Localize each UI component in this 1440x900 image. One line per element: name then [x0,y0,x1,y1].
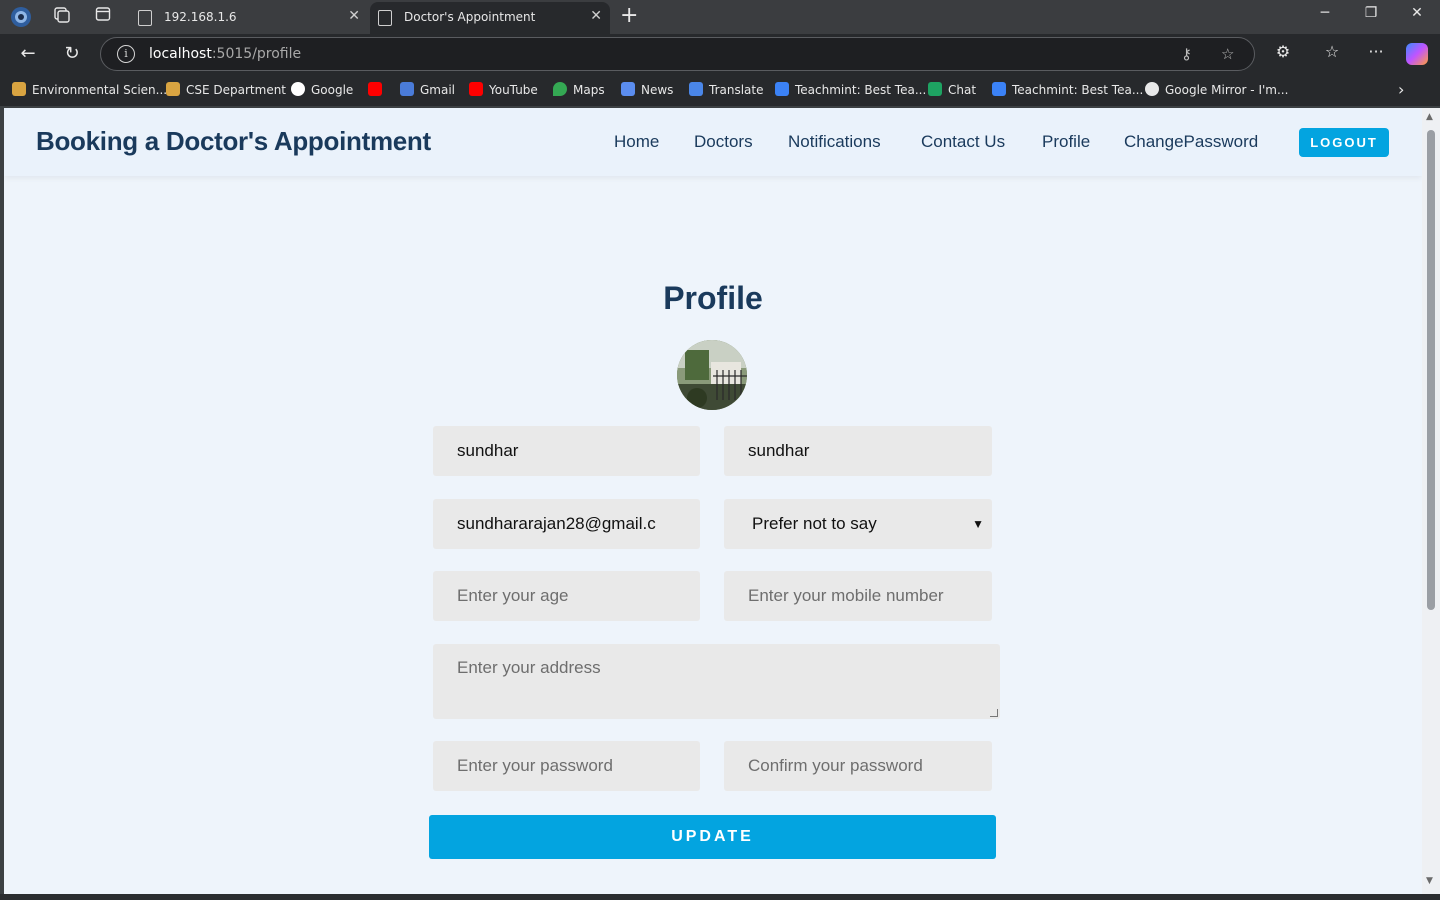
news-icon [621,82,635,96]
tab-doctors-appointment[interactable]: Doctor's Appointment ✕ [370,2,610,34]
page-title: Profile [663,280,763,316]
key-icon[interactable]: ⚷ [1181,45,1192,63]
email-field[interactable]: sundhararajan28@gmail.c [433,499,700,549]
profile-avatar-icon[interactable] [10,6,32,28]
close-tab-icon[interactable]: ✕ [348,8,360,24]
extensions-icon[interactable]: ⚙ [1271,42,1295,61]
bookmark-item[interactable]: Teachmint: Best Tea... [992,82,1143,97]
gmail-icon [400,82,414,96]
update-button[interactable]: UPDATE [429,815,996,859]
gender-selected-value: Prefer not to say [752,514,877,533]
bookmark-item[interactable]: YouTube [469,82,538,97]
tab-title: 192.168.1.6 [164,10,237,24]
logout-button[interactable]: LOGOUT [1299,128,1389,157]
browser-tab-bar: 192.168.1.6 ✕ Doctor's Appointment ✕ + ─… [0,0,1440,34]
gender-select[interactable]: Prefer not to say ▼ [724,499,992,549]
site-brand[interactable]: Booking a Doctor's Appointment [36,126,431,157]
bookmark-item[interactable]: Chat [928,82,976,97]
back-icon[interactable]: ← [16,42,40,66]
reload-icon[interactable]: ↻ [60,42,84,66]
address-bar[interactable]: i localhost:5015/profile ⚷ ☆ [100,37,1255,71]
tab-ip-address[interactable]: 192.168.1.6 ✕ [130,2,368,34]
scroll-down-icon[interactable]: ▼ [1426,876,1433,886]
favorite-star-icon[interactable]: ☆ [1221,45,1234,63]
teachmint-icon [992,82,1006,96]
bookmarks-bar: Environmental Scien... CSE Department Go… [0,74,1440,106]
close-window-icon[interactable]: ✕ [1402,5,1432,21]
bookmark-icon [12,82,26,96]
google-icon [291,82,305,96]
chevron-right-icon[interactable]: › [1398,80,1404,99]
minimize-icon[interactable]: ─ [1310,5,1340,21]
teachmint-icon [775,82,789,96]
workspaces-icon[interactable] [50,6,72,28]
bookmark-item[interactable]: News [621,82,673,97]
browser-toolbar: ← ↻ i localhost:5015/profile ⚷ ☆ ⚙ ☆ ··· [0,34,1440,74]
chevron-down-icon: ▼ [972,517,984,531]
bookmark-item[interactable] [368,82,388,97]
copilot-icon[interactable] [1406,43,1428,65]
close-tab-icon[interactable]: ✕ [590,8,602,24]
bookmark-item[interactable]: CSE Department [166,82,286,97]
tab-actions-icon[interactable] [92,6,114,28]
site-info-icon[interactable]: i [117,45,135,63]
address-placeholder: Enter your address [457,658,601,677]
restore-icon[interactable]: ❐ [1356,5,1386,21]
page-scrollbar[interactable]: ▲ ▼ [1422,108,1440,894]
bookmark-icon [166,82,180,96]
avatar[interactable] [677,340,747,410]
bookmark-item[interactable]: Environmental Scien... [12,82,167,97]
password-field[interactable]: Enter your password [433,741,700,791]
window-bottom-edge [0,894,1440,900]
first-name-field[interactable]: sundhar [433,426,700,476]
site-header: Booking a Doctor's Appointment Home Doct… [4,108,1422,176]
mobile-field[interactable]: Enter your mobile number [724,571,992,621]
age-field[interactable]: Enter your age [433,571,700,621]
last-name-field[interactable]: sundhar [724,426,992,476]
nav-home[interactable]: Home [614,132,659,152]
tab-title: Doctor's Appointment [404,10,536,24]
bookmark-item[interactable]: Maps [553,82,605,97]
resize-handle-icon[interactable] [990,709,998,717]
scroll-up-icon[interactable]: ▲ [1426,112,1433,122]
url-text: localhost:5015/profile [149,46,302,62]
bookmark-item[interactable]: Google Mirror - I'm... [1145,82,1288,97]
youtube-icon [368,82,382,96]
maps-icon [553,82,567,96]
favorites-icon[interactable]: ☆ [1320,42,1344,61]
bookmark-item[interactable]: Google [291,82,353,97]
more-menu-icon[interactable]: ··· [1364,42,1388,61]
bookmark-item[interactable]: Teachmint: Best Tea... [775,82,926,97]
address-field[interactable]: Enter your address [433,644,1000,719]
nav-profile[interactable]: Profile [1042,132,1090,152]
nav-doctors[interactable]: Doctors [694,132,753,152]
page-icon [378,10,392,26]
page-viewport: Booking a Doctor's Appointment Home Doct… [4,108,1422,894]
nav-contact-us[interactable]: Contact Us [921,132,1005,152]
translate-icon [689,82,703,96]
page-icon [138,10,152,26]
youtube-icon [469,82,483,96]
chrome-icon [1145,82,1159,96]
nav-notifications[interactable]: Notifications [788,132,881,152]
bookmark-item[interactable]: Gmail [400,82,455,97]
confirm-password-field[interactable]: Confirm your password [724,741,992,791]
chat-icon [928,82,942,96]
new-tab-icon[interactable]: + [620,4,638,28]
nav-change-password[interactable]: ChangePassword [1124,132,1258,152]
bookmark-item[interactable]: Translate [689,82,764,97]
scrollbar-thumb[interactable] [1427,130,1435,610]
